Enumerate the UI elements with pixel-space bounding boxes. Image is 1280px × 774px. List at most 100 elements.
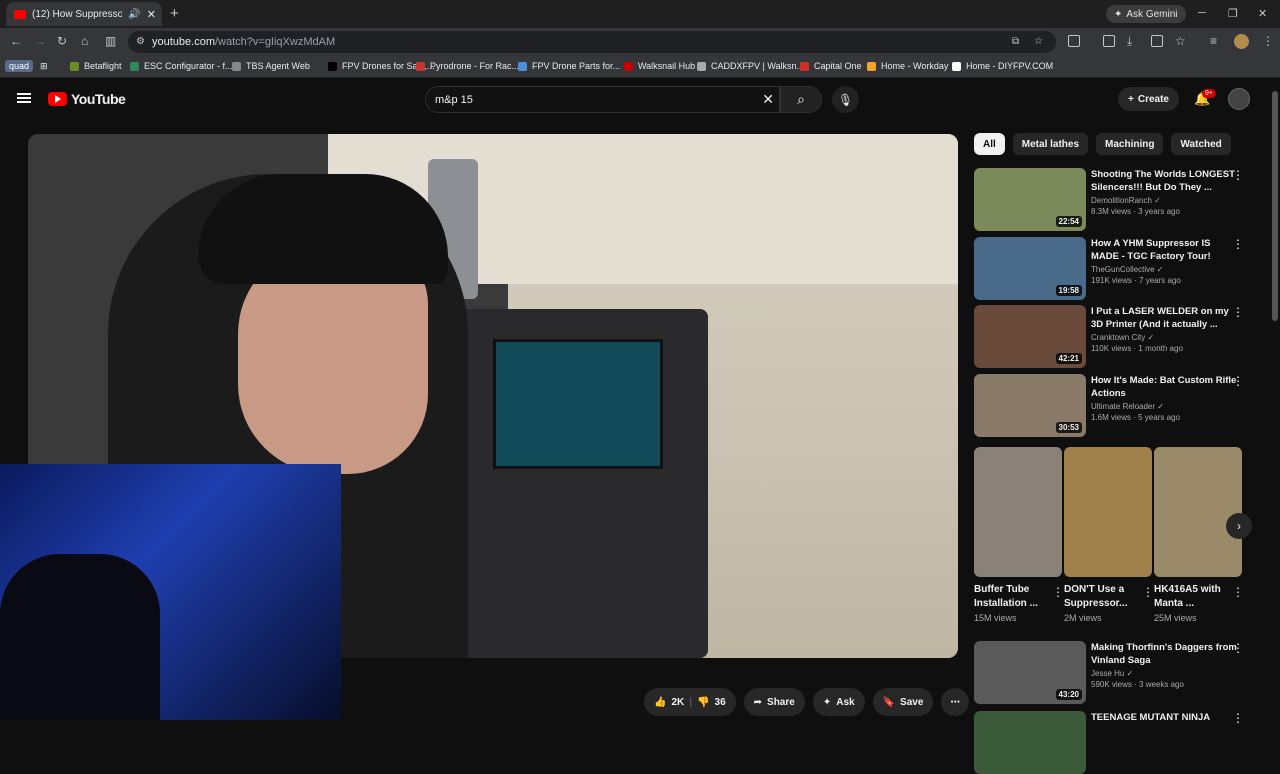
shorts-next-arrow-icon[interactable]: › — [1226, 513, 1252, 539]
bookmark-item[interactable]: Betaflight — [70, 61, 122, 71]
account-avatar[interactable] — [1228, 88, 1250, 110]
filter-chip[interactable]: Metal lathes — [1012, 133, 1089, 155]
video-meta: How A YHM Suppressor IS MADE - TGC Facto… — [1091, 237, 1241, 285]
speaker-icon[interactable]: 🔊 — [128, 9, 140, 20]
short-thumbnail[interactable] — [974, 447, 1062, 577]
bookmark-item[interactable]: Home - DIYFPV.COM — [952, 61, 1053, 71]
channel-name[interactable]: Cranktown City ✓ — [1091, 333, 1241, 342]
channel-name[interactable]: TheGunCollective ✓ — [1091, 265, 1241, 274]
clear-search-icon[interactable]: ✕ — [762, 91, 774, 108]
install-app-icon[interactable]: ⧉ — [1012, 36, 1019, 47]
video-title[interactable]: How A YHM Suppressor IS MADE - TGC Facto… — [1091, 237, 1241, 263]
channel-name[interactable]: Jesse Hu ✓ — [1091, 669, 1241, 678]
translate-icon[interactable] — [1151, 35, 1163, 47]
minimize-icon[interactable]: ─ — [1198, 7, 1206, 19]
profile-avatar[interactable] — [1234, 34, 1249, 49]
maximize-icon[interactable]: ❐ — [1228, 7, 1238, 20]
short-item[interactable]: Buffer Tube Installation ... 15M views ⋮ — [974, 447, 1064, 623]
browser-tab[interactable]: (12) How Suppressors are M 🔊 ✕ — [6, 2, 162, 26]
apps-icon[interactable]: ⊞ — [40, 61, 48, 72]
video-title[interactable]: Shooting The Worlds LONGEST Silencers!!!… — [1091, 168, 1241, 194]
address-bar[interactable]: ⚙ youtube.com/watch?v=gIiqXwzMdAM ⧉ ☆ — [128, 31, 1056, 53]
recommended-video[interactable]: 19:58 How A YHM Suppressor IS MADE - TGC … — [974, 236, 1264, 300]
new-tab-button[interactable]: + — [170, 5, 179, 22]
short-item[interactable]: DON'T Use a Suppressor... 2M views ⋮ — [1064, 447, 1154, 623]
extensions-icon[interactable] — [1068, 35, 1080, 47]
filter-chip[interactable]: All — [974, 133, 1005, 155]
bookmark-star-icon[interactable]: ☆ — [1034, 36, 1043, 47]
bookmark-item[interactable]: TBS Agent Web — [232, 61, 310, 71]
video-thumbnail[interactable]: 42:21 — [974, 305, 1086, 368]
recommended-video[interactable]: 43:20 Making Thorfinn's Daggers from Vinl… — [974, 641, 1264, 704]
youtube-logo[interactable]: YouTube — [48, 91, 126, 107]
bookmark-item[interactable]: Home - Workday — [867, 61, 948, 71]
close-window-icon[interactable]: ✕ — [1258, 7, 1267, 20]
reload-icon[interactable]: ↻ — [57, 34, 67, 48]
sidebar-icon[interactable]: ▥ — [105, 34, 116, 48]
page-scrollbar[interactable] — [1272, 91, 1278, 321]
bookmark-item[interactable]: FPV Drone Parts for... — [518, 61, 620, 71]
channel-name[interactable]: Ultimate Reloader ✓ — [1091, 402, 1241, 411]
close-tab-icon[interactable]: ✕ — [147, 8, 156, 21]
video-thumbnail[interactable]: 43:20 — [974, 641, 1086, 704]
recommended-video[interactable]: 22:54 Shooting The Worlds LONGEST Silence… — [974, 168, 1264, 231]
recommended-video[interactable]: 42:21 I Put a LASER WELDER on my 3D Print… — [974, 305, 1264, 368]
recommended-video[interactable]: TEENAGE MUTANT NINJA ⋮ — [974, 711, 1264, 774]
voice-search-button[interactable]: 🎙 — [832, 86, 859, 113]
bookmark-item[interactable]: ESC Configurator - f... — [130, 61, 233, 71]
short-title[interactable]: HK416A5 with Manta ... — [1154, 583, 1234, 611]
video-title[interactable]: How It's Made: Bat Custom Rifle Actions — [1091, 374, 1241, 400]
more-options-icon[interactable]: ⋮ — [1052, 585, 1064, 599]
quad-label[interactable]: quad — [5, 60, 34, 72]
forward-icon[interactable]: → — [34, 34, 46, 48]
search-button[interactable]: ⌕ — [780, 86, 822, 113]
recommended-video[interactable]: 30:53 How It's Made: Bat Custom Rifle Act… — [974, 373, 1264, 437]
short-thumbnail[interactable] — [1154, 447, 1242, 577]
short-title[interactable]: DON'T Use a Suppressor... — [1064, 583, 1144, 611]
channel-name[interactable]: DemolitionRanch ✓ — [1091, 196, 1241, 205]
ask-button[interactable]: ✦ Ask — [812, 688, 865, 716]
video-thumbnail[interactable] — [974, 711, 1086, 774]
bookmark-item[interactable]: Capital One — [800, 61, 862, 71]
like-button[interactable]: 👍 2K | 👎 36 — [644, 688, 736, 716]
filter-chip[interactable]: Watched — [1171, 133, 1231, 155]
more-actions-button[interactable]: ⋯ — [941, 688, 970, 716]
bookmark-item[interactable]: Walksnail Hub — [624, 61, 695, 71]
video-thumbnail[interactable]: 30:53 — [974, 373, 1086, 437]
video-title[interactable]: Making Thorfinn's Daggers from Vinland S… — [1091, 641, 1241, 667]
create-button[interactable]: + Create — [1118, 87, 1179, 111]
bookmark-favicon-icon — [624, 61, 633, 71]
thumbs-down-icon[interactable]: 👎 — [697, 697, 709, 708]
download-icon[interactable]: ⤓ — [1127, 34, 1132, 49]
more-options-icon[interactable]: ⋮ — [1232, 585, 1244, 599]
share-button[interactable]: ➦ Share — [743, 688, 805, 716]
menu-kebab-icon[interactable]: ⋮ — [1262, 34, 1274, 48]
video-thumbnail[interactable]: 19:58 — [974, 236, 1086, 300]
video-title[interactable]: I Put a LASER WELDER on my 3D Printer (A… — [1091, 305, 1241, 331]
more-options-icon[interactable]: ⋮ — [1232, 711, 1244, 725]
more-options-icon[interactable]: ⋮ — [1232, 641, 1244, 655]
bookmarks-bar: quad ⊞ Betaflight ESC Configurator - f...… — [0, 56, 1280, 78]
reading-list-icon[interactable]: ≡ — [1210, 34, 1217, 48]
short-thumbnail[interactable] — [1064, 447, 1152, 577]
bookmark-item[interactable]: CADDXFPV | Walksn... — [697, 61, 804, 71]
home-icon[interactable]: ⌂ — [81, 34, 88, 48]
more-options-icon[interactable]: ⋮ — [1232, 168, 1244, 182]
filter-chip[interactable]: Machining — [1096, 133, 1164, 155]
more-options-icon[interactable]: ⋮ — [1142, 585, 1154, 599]
hamburger-menu-icon[interactable] — [17, 93, 31, 103]
video-title[interactable]: TEENAGE MUTANT NINJA — [1091, 711, 1241, 724]
favorites-icon[interactable]: ☆ — [1175, 34, 1186, 48]
search-input[interactable]: m&p 15 ✕ — [425, 86, 780, 113]
video-thumbnail[interactable]: 22:54 — [974, 168, 1086, 231]
more-options-icon[interactable]: ⋮ — [1232, 305, 1244, 319]
short-title[interactable]: Buffer Tube Installation ... — [974, 583, 1054, 611]
back-icon[interactable]: ← — [10, 34, 22, 48]
more-options-icon[interactable]: ⋮ — [1232, 237, 1244, 251]
bookmark-item[interactable]: Pyrodrone - For Rac... — [416, 61, 519, 71]
site-info-icon[interactable]: ⚙ — [136, 36, 145, 47]
save-button[interactable]: 🔖 Save — [872, 688, 934, 716]
ask-gemini-button[interactable]: ✦ Ask Gemini — [1106, 5, 1186, 23]
more-options-icon[interactable]: ⋮ — [1232, 374, 1244, 388]
tab-search-icon[interactable] — [1103, 35, 1115, 47]
